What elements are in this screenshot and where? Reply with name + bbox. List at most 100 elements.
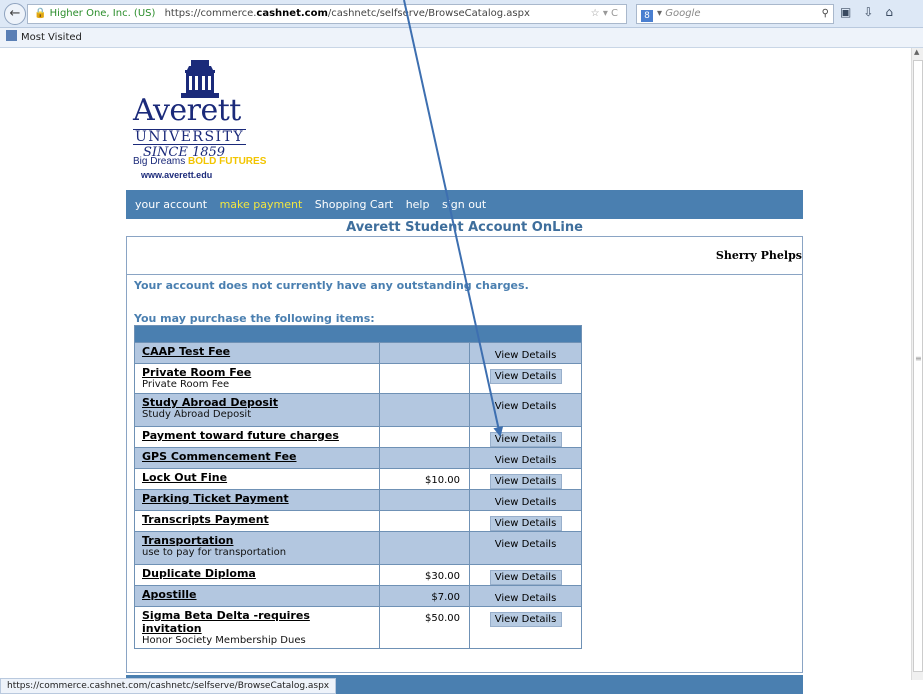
- search-placeholder: Google: [665, 8, 701, 19]
- logo-averett: Averett: [133, 93, 241, 128]
- averett-logo[interactable]: Averett UNIVERSITY SINCE 1859 Big Dreams…: [133, 60, 273, 180]
- back-button[interactable]: ←: [4, 3, 26, 25]
- bookmark-star-icon[interactable]: ☆ ▾ C: [591, 5, 618, 23]
- item-price: [379, 342, 470, 364]
- item-description: Honor Society Membership Dues: [142, 635, 306, 646]
- item-action-cell: View Details: [469, 426, 582, 448]
- logo-university: UNIVERSITY: [133, 129, 247, 145]
- logo-wordmark: Averett UNIVERSITY SINCE 1859: [133, 96, 273, 161]
- view-details-button[interactable]: View Details: [490, 399, 562, 414]
- table-header: [134, 325, 582, 343]
- table-row: Transportation use to pay for transportat…: [134, 531, 582, 565]
- view-details-button[interactable]: View Details: [490, 495, 562, 510]
- view-details-button[interactable]: View Details: [489, 474, 562, 489]
- site-identity[interactable]: Higher One, Inc. (US): [50, 8, 156, 19]
- item-price: $30.00: [379, 564, 470, 586]
- purchase-heading: You may purchase the following items:: [134, 312, 375, 325]
- item-name-link[interactable]: Duplicate Diploma: [142, 567, 373, 580]
- item-price: [379, 531, 470, 565]
- slogan-plain: Big Dreams: [133, 156, 186, 167]
- view-details-button[interactable]: View Details: [490, 537, 562, 552]
- item-cell: CAAP Test Fee: [134, 342, 380, 364]
- item-price: $7.00: [379, 585, 470, 607]
- table-row: Payment toward future charges View Detail…: [134, 426, 582, 448]
- download-icon[interactable]: ⇩: [863, 5, 885, 19]
- item-name-link[interactable]: Apostille: [142, 588, 373, 601]
- item-name-link[interactable]: Transportation: [142, 534, 373, 547]
- main-nav: your account make payment Shopping Cart …: [126, 190, 803, 219]
- item-cell: Payment toward future charges: [134, 426, 380, 448]
- table-row: Study Abroad Deposit Study Abroad Deposit…: [134, 393, 582, 427]
- nav-shopping-cart[interactable]: Shopping Cart: [315, 198, 393, 211]
- page-title: Averett Student Account OnLine: [346, 220, 583, 235]
- toolbar-icons: ▣⇩⌂: [840, 5, 905, 19]
- view-details-button[interactable]: View Details: [489, 432, 562, 447]
- table-row: Private Room Fee Private Room Fee View Det…: [134, 363, 582, 394]
- items-table: CAAP Test Fee View Details Private Room Fe…: [134, 325, 582, 649]
- scroll-up-icon[interactable]: ▲: [914, 48, 919, 56]
- scroll-grip-icon: ≡: [915, 354, 922, 363]
- nav-help[interactable]: help: [406, 198, 430, 211]
- magnifier-icon[interactable]: ⚲: [822, 5, 829, 23]
- item-cell: Parking Ticket Payment: [134, 489, 380, 511]
- bookmarks-bar: Most Visited: [0, 28, 923, 48]
- item-price: [379, 393, 470, 427]
- item-cell: Study Abroad Deposit Study Abroad Deposit: [134, 393, 380, 427]
- item-name-link[interactable]: Transcripts Payment: [142, 513, 373, 526]
- table-row: Sigma Beta Delta -requires invitation Hon…: [134, 606, 582, 649]
- browser-toolbar: ← 🔒 Higher One, Inc. (US) https://commer…: [0, 0, 923, 28]
- scroll-thumb[interactable]: [913, 60, 923, 672]
- search-box[interactable]: 8 ▾ Google ⚲: [636, 4, 834, 24]
- table-row: Parking Ticket Payment View Details: [134, 489, 582, 511]
- nav-make-payment[interactable]: make payment: [220, 198, 303, 211]
- vertical-scrollbar[interactable]: ▲ ≡: [911, 48, 923, 680]
- item-action-cell: View Details: [469, 342, 582, 364]
- user-row: Sherry Phelps: [127, 237, 802, 275]
- item-price: $50.00: [379, 606, 470, 649]
- view-details-button[interactable]: View Details: [490, 348, 562, 363]
- bookmarks-menu-icon[interactable]: ▣: [840, 5, 863, 19]
- item-price: [379, 363, 470, 394]
- item-action-cell: View Details: [469, 468, 582, 490]
- item-cell: Transcripts Payment: [134, 510, 380, 532]
- item-action-cell: View Details: [469, 510, 582, 532]
- url-host: cashnet.com: [256, 8, 328, 19]
- item-cell: Private Room Fee Private Room Fee: [134, 363, 380, 394]
- table-header-row: [134, 325, 582, 343]
- item-action-cell: View Details: [469, 363, 582, 394]
- item-name-link[interactable]: Private Room Fee: [142, 366, 373, 379]
- view-details-button[interactable]: View Details: [489, 516, 562, 531]
- item-cell: Transportation use to pay for transportat…: [134, 531, 380, 565]
- google-icon[interactable]: 8: [641, 10, 653, 22]
- engine-dropdown-icon[interactable]: ▾: [657, 8, 662, 19]
- item-action-cell: View Details: [469, 447, 582, 469]
- item-name-link[interactable]: Study Abroad Deposit: [142, 396, 373, 409]
- item-name-link[interactable]: Parking Ticket Payment: [142, 492, 373, 505]
- home-icon[interactable]: ⌂: [885, 5, 905, 19]
- item-name-link[interactable]: Payment toward future charges: [142, 429, 373, 442]
- item-name-link[interactable]: Sigma Beta Delta -requires invitation: [142, 609, 373, 635]
- table-row: CAAP Test Fee View Details: [134, 342, 582, 364]
- item-action-cell: View Details: [469, 531, 582, 565]
- view-details-button[interactable]: View Details: [490, 453, 562, 468]
- view-details-button[interactable]: View Details: [489, 612, 562, 627]
- url-path: /cashnetc/selfserve/BrowseCatalog.aspx: [327, 8, 530, 19]
- address-bar[interactable]: 🔒 Higher One, Inc. (US) https://commerce…: [27, 4, 627, 24]
- table-row: Duplicate Diploma $30.00 View Details: [134, 564, 582, 586]
- item-name-link[interactable]: Lock Out Fine: [142, 471, 373, 484]
- item-cell: Apostille: [134, 585, 380, 607]
- most-visited-icon: [6, 30, 17, 41]
- item-cell: Duplicate Diploma: [134, 564, 380, 586]
- view-details-button[interactable]: View Details: [489, 570, 562, 585]
- item-cell: GPS Commencement Fee: [134, 447, 380, 469]
- item-name-link[interactable]: CAAP Test Fee: [142, 345, 373, 358]
- view-details-button[interactable]: View Details: [489, 369, 562, 384]
- item-cell: Sigma Beta Delta -requires invitation Hon…: [134, 606, 380, 649]
- item-name-link[interactable]: GPS Commencement Fee: [142, 450, 373, 463]
- nav-your-account[interactable]: your account: [135, 198, 207, 211]
- content-panel: Sherry Phelps Your account does not curr…: [126, 236, 803, 673]
- view-details-button[interactable]: View Details: [490, 591, 562, 606]
- most-visited-link[interactable]: Most Visited: [21, 32, 82, 43]
- table-row: GPS Commencement Fee View Details: [134, 447, 582, 469]
- nav-sign-out[interactable]: sign out: [442, 198, 486, 211]
